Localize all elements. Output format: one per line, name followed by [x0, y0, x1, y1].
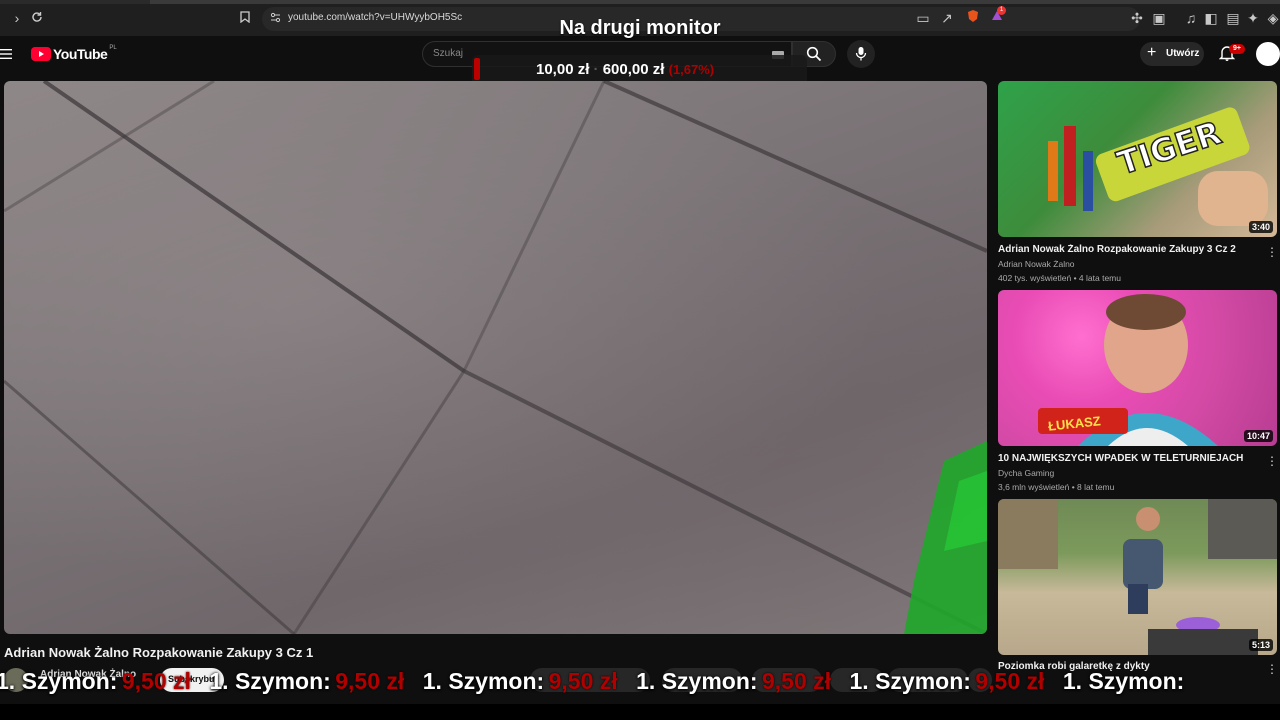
bottom-letterbox [0, 704, 1280, 720]
youtube-logo[interactable]: YouTube PL [31, 45, 117, 63]
video-duration: 3:40 [1248, 221, 1273, 233]
account-avatar[interactable] [1256, 42, 1280, 66]
video-title: Adrian Nowak Żalno Rozpakowanie Zakupy 3… [4, 645, 314, 660]
search-icon [806, 46, 822, 62]
recommendation-channel[interactable]: Adrian Nowak Żalno [998, 259, 1075, 269]
recommendation-views: 3,6 mln wyświetleń • 8 lat temu [998, 482, 1115, 492]
search-placeholder: Szukaj [433, 48, 464, 59]
voice-search-button[interactable] [847, 40, 875, 68]
rewards-badge: 1 [997, 6, 1006, 15]
ticker-amount: 9,50 zł [335, 668, 405, 694]
donation-progress-fill [474, 58, 480, 80]
recommendation-thumbnail[interactable]: 5:13 [998, 499, 1277, 655]
overlay-title: Na drugi monitor [559, 17, 721, 39]
ticker-name: 1. Szymon: [422, 668, 545, 694]
ticker-name: 1. Szymon: [849, 668, 971, 694]
region-label: PL [109, 45, 117, 51]
recommendation-views: 402 tys. wyświetleń • 4 lata temu [998, 273, 1121, 283]
create-button[interactable]: + Utwórz [1140, 42, 1204, 66]
recommendation-title[interactable]: 10 NAJWIĘKSZYCH WPADEK W TELETURNIEJACH [998, 453, 1258, 464]
ticker-name: 1. Szymon: [636, 668, 758, 694]
microphone-icon [855, 47, 867, 61]
ticker-amount: 9,50 zł [121, 668, 191, 694]
ticker-track: 1. Szymon: 9,50 zł 1. Szymon: 9,50 zł 1.… [0, 668, 1185, 695]
donation-goal-text: 10,00 zł · 600,00 zł (1,67%) [536, 61, 714, 78]
recommendation-title[interactable]: Adrian Nowak Żalno Rozpakowanie Zakupy 3… [998, 244, 1258, 255]
tab-strip [0, 0, 1280, 4]
ticker-amount: 9,50 zł [548, 668, 618, 694]
more-actions-icon[interactable]: ⋮ [1266, 245, 1278, 259]
donation-separator: · [593, 61, 599, 78]
create-label: Utwórz [1166, 48, 1200, 59]
donation-current: 10,00 zł [536, 61, 590, 78]
menu-icon[interactable] [0, 47, 14, 59]
more-actions-icon[interactable]: ⋮ [1266, 454, 1278, 468]
donation-goal: 600,00 zł [602, 61, 665, 78]
thumbnail-image [1038, 294, 1218, 446]
ticker-name: 1. Szymon: [1062, 668, 1185, 694]
recommendation-thumbnail[interactable]: ŁUKASZ 10:47 [998, 290, 1277, 446]
video-duration: 5:13 [1248, 639, 1273, 651]
ticker-amount: 9,50 zł [975, 668, 1045, 694]
notifications-badge: 9+ [1229, 44, 1245, 54]
recommendation-thumbnail[interactable]: TIGER 3:40 [998, 81, 1277, 237]
thumbnail-image [998, 499, 1277, 655]
logo-text: YouTube [53, 46, 108, 62]
video-frame [4, 81, 987, 634]
ticker-name: 1. Szymon: [0, 668, 118, 694]
recommendation-channel[interactable]: Dycha Gaming [998, 468, 1054, 478]
donation-percent: (1,67%) [668, 62, 715, 77]
plus-icon: + [1147, 44, 1157, 61]
ticker-amount: 9,50 zł [762, 668, 832, 694]
ticker-name: 1. Szymon: [209, 668, 331, 694]
youtube-play-icon [31, 47, 51, 61]
video-player[interactable] [4, 81, 987, 634]
donation-ticker: 1. Szymon: 9,50 zł 1. Szymon: 9,50 zł 1.… [0, 664, 1280, 704]
video-duration: 10:47 [1243, 430, 1273, 442]
